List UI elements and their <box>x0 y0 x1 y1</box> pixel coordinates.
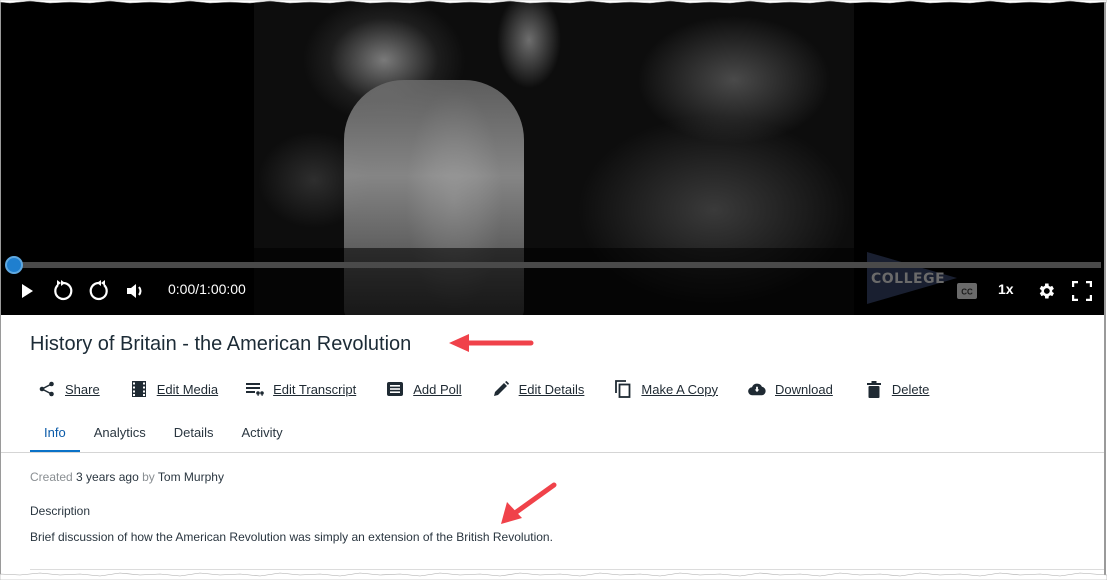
edit-details-label[interactable]: Edit Details <box>519 382 585 397</box>
edit-media-action[interactable]: Edit Media <box>130 380 218 398</box>
progress-handle[interactable] <box>5 256 23 274</box>
author-name: Tom Murphy <box>157 470 224 484</box>
torn-edge-bottom <box>0 572 1107 580</box>
make-copy-label[interactable]: Make A Copy <box>641 382 718 397</box>
captions-button[interactable]: CC <box>956 278 978 304</box>
add-poll-action[interactable]: Add Poll <box>386 380 462 398</box>
cloud-download-icon <box>748 380 766 398</box>
fullscreen-icon <box>1072 281 1092 301</box>
media-title: History of Britain - the American Revolu… <box>30 333 412 355</box>
play-icon <box>22 284 33 298</box>
delete-action[interactable]: Delete <box>865 380 930 398</box>
add-poll-label[interactable]: Add Poll <box>413 382 461 397</box>
page-frame: COLLEGE 0:00/1:00:00 CC 1x History of Br… <box>0 0 1106 578</box>
transcript-icon <box>246 380 264 398</box>
copy-icon <box>614 380 632 398</box>
delete-label[interactable]: Delete <box>892 382 930 397</box>
poll-icon <box>386 380 404 398</box>
rewind-button[interactable] <box>51 278 75 304</box>
gear-icon <box>1039 283 1054 299</box>
media-tabs: Info Analytics Details Activity <box>30 420 297 453</box>
edit-details-action[interactable]: Edit Details <box>492 380 585 398</box>
download-action[interactable]: Download <box>748 380 833 398</box>
film-icon <box>130 380 148 398</box>
share-action[interactable]: Share <box>38 380 100 398</box>
download-label[interactable]: Download <box>775 382 833 397</box>
created-ago: 3 years ago <box>76 470 139 484</box>
forward-icon <box>89 280 108 301</box>
watermark-text: COLLEGE <box>871 271 946 287</box>
created-by-word: by <box>142 470 155 484</box>
created-info: Created 3 years ago by Tom Murphy <box>30 470 224 484</box>
pencil-icon <box>492 380 510 398</box>
torn-edge-top <box>0 0 1107 4</box>
fullscreen-button[interactable] <box>1071 278 1093 304</box>
cc-icon: CC <box>957 283 977 299</box>
description-text: Brief discussion of how the American Rev… <box>30 530 553 544</box>
annotation-arrow-title <box>449 334 534 352</box>
media-actions-toolbar: Share Edit Media Edit Transcript Add Pol… <box>38 380 929 398</box>
edit-transcript-action[interactable]: Edit Transcript <box>246 380 356 398</box>
svg-text:CC: CC <box>961 288 973 297</box>
tab-details[interactable]: Details <box>160 420 228 450</box>
time-display: 0:00/1:00:00 <box>168 281 246 297</box>
share-label[interactable]: Share <box>65 382 100 397</box>
edit-media-label[interactable]: Edit Media <box>157 382 218 397</box>
tabs-divider <box>1 452 1104 453</box>
tab-analytics[interactable]: Analytics <box>80 420 160 450</box>
make-copy-action[interactable]: Make A Copy <box>614 380 718 398</box>
tab-activity[interactable]: Activity <box>227 420 296 450</box>
volume-icon <box>127 284 142 298</box>
settings-button[interactable] <box>1035 278 1057 304</box>
description-label: Description <box>30 504 91 518</box>
trash-icon <box>865 380 883 398</box>
annotation-arrow-description <box>501 482 557 524</box>
share-icon <box>38 380 56 398</box>
forward-button[interactable] <box>87 278 111 304</box>
volume-button[interactable] <box>125 278 147 304</box>
video-player[interactable]: COLLEGE 0:00/1:00:00 CC 1x <box>1 0 1104 315</box>
progress-bar[interactable] <box>5 256 1101 274</box>
edit-transcript-label[interactable]: Edit Transcript <box>273 382 356 397</box>
playback-speed-button[interactable]: 1x <box>998 281 1014 297</box>
play-button[interactable] <box>17 278 37 304</box>
created-prefix: Created <box>30 470 73 484</box>
tab-info[interactable]: Info <box>30 420 80 453</box>
rewind-icon <box>54 280 73 301</box>
